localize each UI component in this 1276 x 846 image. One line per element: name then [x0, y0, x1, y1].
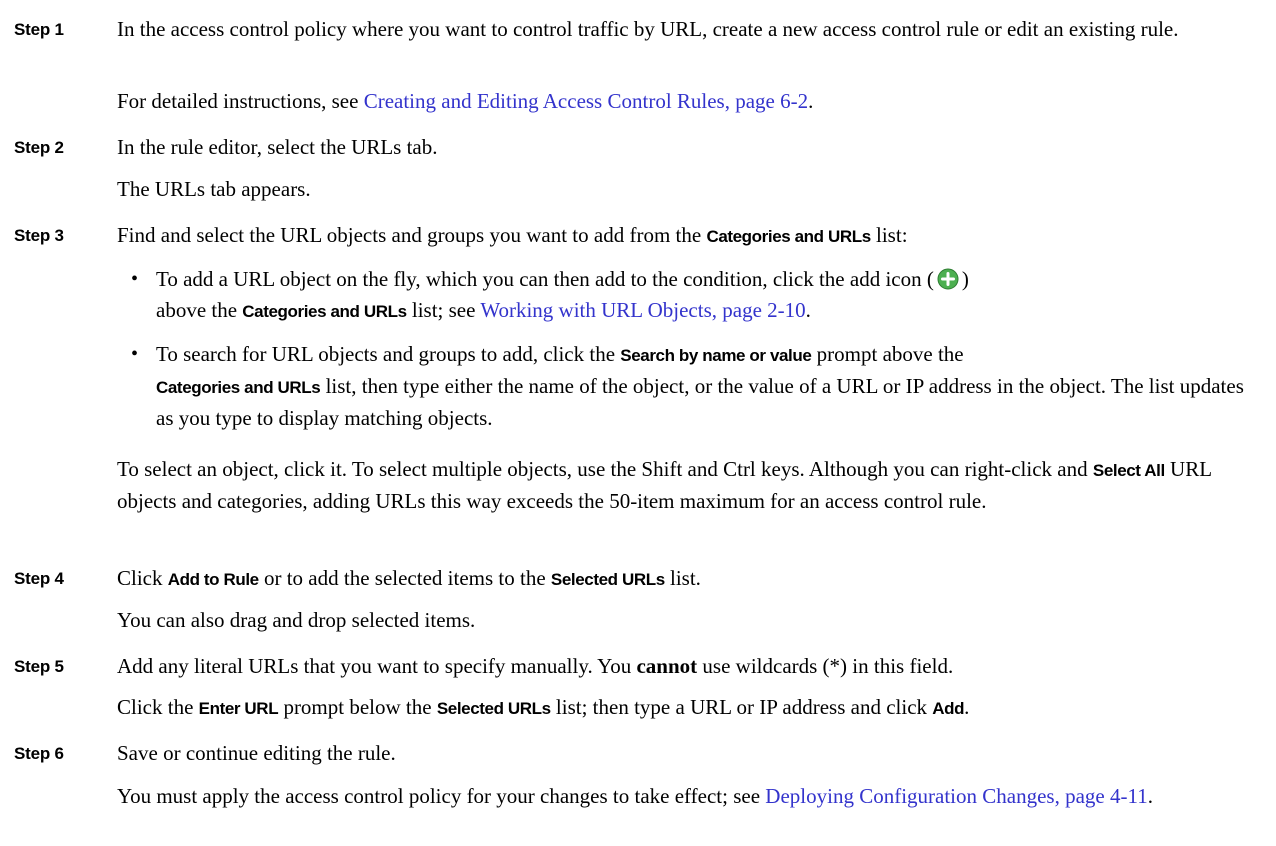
- link-creating-rules[interactable]: Creating and Editing Access Control Rule…: [364, 89, 808, 113]
- step-1-label: Step 1: [14, 20, 64, 39]
- step-3-note: To select an object, click it. To select…: [117, 457, 1212, 513]
- step-1-text: In the access control policy where you w…: [117, 17, 1179, 41]
- step-3-bullet-add-object: • To add a URL object on the fly, which …: [131, 264, 1266, 327]
- add-icon: [937, 268, 959, 290]
- bullet-dot: •: [131, 268, 139, 290]
- document-page: Step 1 In the access control policy wher…: [0, 0, 1276, 846]
- step-6-detail: You must apply the access control policy…: [117, 784, 1153, 808]
- step-1-detail: For detailed instructions, see Creating …: [117, 89, 814, 113]
- step-3-text: Find and select the URL objects and grou…: [117, 223, 908, 247]
- bullet-dot: •: [131, 343, 139, 365]
- step-2-label: Step 2: [14, 138, 64, 157]
- step-6-label: Step 6: [14, 744, 64, 763]
- step-5-detail: Click the Enter URL prompt below the Sel…: [117, 695, 970, 719]
- link-url-objects[interactable]: Working with URL Objects, page 2-10: [480, 298, 805, 322]
- step-5-text: Add any literal URLs that you want to sp…: [117, 654, 954, 678]
- step-4-text: Click Add to Rule or to add the selected…: [117, 566, 701, 590]
- step-2-detail: The URLs tab appears.: [117, 177, 311, 201]
- step-5-label: Step 5: [14, 657, 64, 676]
- step-3-label: Step 3: [14, 226, 64, 245]
- step-4-label: Step 4: [14, 569, 64, 588]
- step-6-text: Save or continue editing the rule.: [117, 741, 396, 765]
- link-deploying-changes[interactable]: Deploying Configuration Changes, page 4-…: [765, 784, 1147, 808]
- step-4-detail: You can also drag and drop selected item…: [117, 608, 476, 632]
- step-2-text: In the rule editor, select the URLs tab.: [117, 135, 438, 159]
- step-3-bullet-search: • To search for URL objects and groups t…: [131, 339, 1266, 434]
